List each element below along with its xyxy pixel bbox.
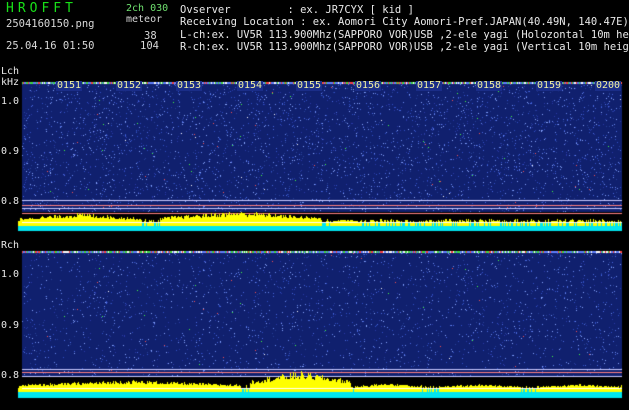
- rch-channel-label: Rch: [1, 240, 20, 251]
- time-tick: 0157: [416, 80, 443, 91]
- hrofft-window: HROFFT 2ch 030 meteor 2504160150.png 38 …: [0, 0, 629, 410]
- rch-freq-tick: 1.0: [1, 269, 20, 280]
- location-line: Receiving Location : ex. Aomori City Aom…: [180, 16, 629, 28]
- time-tick: 0159: [536, 80, 563, 91]
- meteor-label: meteor: [126, 14, 163, 25]
- time-tick: 0154: [237, 80, 264, 91]
- rch-freq-tick: 0.8: [1, 370, 20, 381]
- filename-label: 2504160150.png: [6, 18, 95, 30]
- rch-equipment-line: R-ch:ex. UV5R 113.900Mhz(SAPPORO VOR)USB…: [180, 41, 629, 53]
- rch-freq-tick: 0.9: [1, 320, 20, 331]
- lch-freq-tick: 0.9: [1, 146, 20, 157]
- lch-equipment-line: L-ch:ex. UV5R 113.900Mhz(SAPPORO VOR)USB…: [180, 29, 629, 41]
- lch-freq-tick: 0.8: [1, 196, 20, 207]
- lch-freq-tick: 1.0: [1, 96, 20, 107]
- lch-unit-label: kHz: [1, 77, 20, 88]
- time-tick: 0155: [296, 80, 323, 91]
- app-title: HROFFT: [6, 1, 77, 16]
- time-tick: 0156: [355, 80, 382, 91]
- time-tick: 0153: [176, 80, 203, 91]
- time-tick: 0151: [56, 80, 83, 91]
- lch-channel-label: Lch: [1, 66, 20, 77]
- datetime-label: 25.04.16 01:50: [6, 40, 95, 52]
- rch-meteor-count: 104: [140, 40, 159, 52]
- time-tick: 0200: [595, 80, 622, 91]
- spectrogram-canvas: [0, 0, 629, 410]
- observer-line: Ovserver : ex. JR7CYX [ kid ]: [180, 4, 414, 16]
- time-tick: 0158: [476, 80, 503, 91]
- time-tick: 0152: [116, 80, 143, 91]
